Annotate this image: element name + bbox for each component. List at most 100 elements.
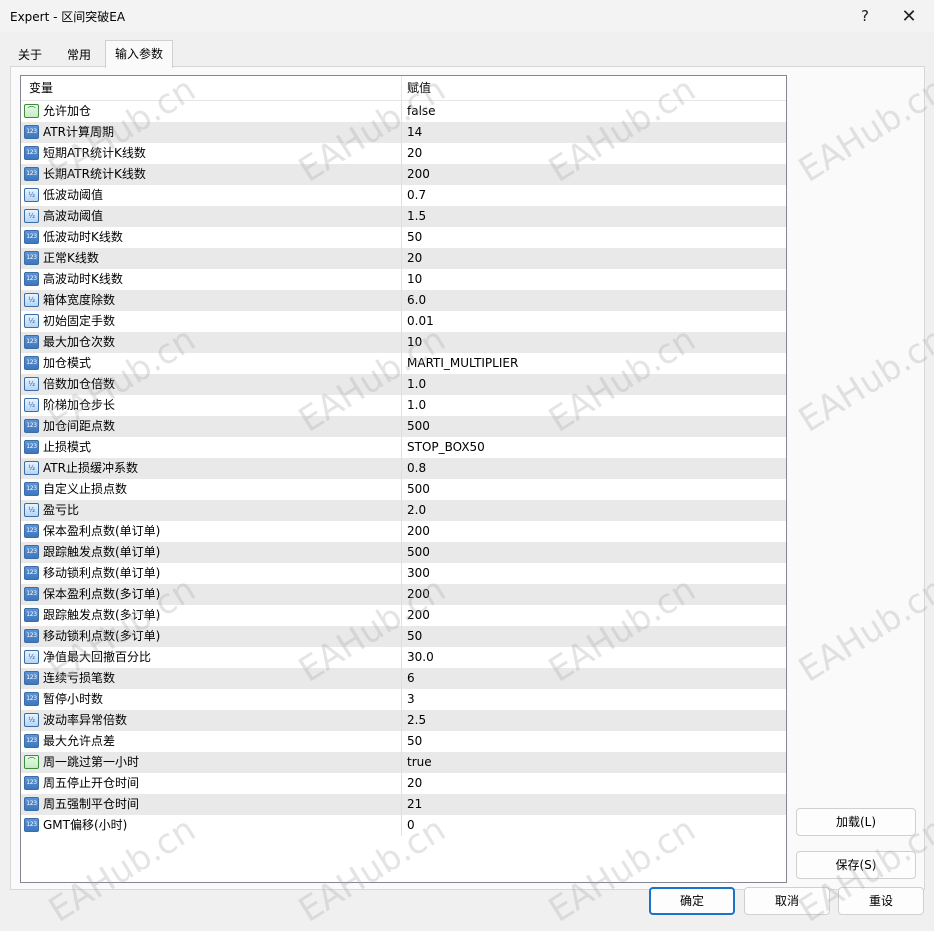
table-row[interactable]: 123 GMT偏移(小时) 0 [21, 815, 786, 836]
param-value[interactable]: 0.01 [407, 311, 434, 332]
table-row[interactable]: 123 止损模式 STOP_BOX50 [21, 437, 786, 458]
param-value[interactable]: 30.0 [407, 647, 434, 668]
param-value[interactable]: 3 [407, 689, 415, 710]
table-row[interactable]: 123 正常K线数 20 [21, 248, 786, 269]
double-icon: ½ [24, 503, 39, 517]
column-divider [401, 752, 402, 773]
param-value[interactable]: 1.0 [407, 395, 426, 416]
table-row[interactable]: 123 跟踪触发点数(多订单) 200 [21, 605, 786, 626]
table-row[interactable]: 123 加仓间距点数 500 [21, 416, 786, 437]
table-row[interactable]: ½ 箱体宽度除数 6.0 [21, 290, 786, 311]
table-row[interactable]: ⌒ 周一跳过第一小时 true [21, 752, 786, 773]
param-name: 移动锁利点数(多订单) [43, 629, 161, 643]
table-row[interactable]: 123 最大允许点差 50 [21, 731, 786, 752]
table-row[interactable]: 123 移动锁利点数(多订单) 50 [21, 626, 786, 647]
param-name: 最大允许点差 [43, 734, 116, 748]
param-value[interactable]: 1.0 [407, 374, 426, 395]
param-value[interactable]: 500 [407, 542, 430, 563]
param-value[interactable]: 200 [407, 164, 430, 185]
table-row[interactable]: ½ 盈亏比 2.0 [21, 500, 786, 521]
close-button[interactable]: ✕ [887, 0, 931, 32]
int-icon: 123 [24, 356, 39, 370]
tab-common[interactable]: 常用 [54, 44, 104, 66]
table-row[interactable]: ½ 低波动阈值 0.7 [21, 185, 786, 206]
table-row[interactable]: 123 ATR计算周期 14 [21, 122, 786, 143]
table-row[interactable]: 123 最大加仓次数 10 [21, 332, 786, 353]
header-variable[interactable]: 变量 [29, 76, 53, 100]
header-value[interactable]: 赋值 [407, 76, 431, 100]
param-value[interactable]: 2.0 [407, 500, 426, 521]
param-value[interactable]: false [407, 101, 436, 122]
cancel-button[interactable]: 取消 [744, 887, 830, 915]
param-value[interactable]: 200 [407, 605, 430, 626]
table-row[interactable]: 123 保本盈利点数(多订单) 200 [21, 584, 786, 605]
param-value[interactable]: 0 [407, 815, 415, 836]
load-button[interactable]: 加载(L) [796, 808, 916, 836]
table-row[interactable]: 123 周五强制平仓时间 21 [21, 794, 786, 815]
param-value[interactable]: 0.7 [407, 185, 426, 206]
table-row[interactable]: ⌒ 允许加仓 false [21, 101, 786, 122]
param-value[interactable]: 2.5 [407, 710, 426, 731]
table-row[interactable]: 123 暂停小时数 3 [21, 689, 786, 710]
column-divider [401, 584, 402, 605]
param-value[interactable]: 20 [407, 143, 422, 164]
table-row[interactable]: 123 周五停止开仓时间 20 [21, 773, 786, 794]
table-row[interactable]: 123 低波动时K线数 50 [21, 227, 786, 248]
param-value[interactable]: 6.0 [407, 290, 426, 311]
column-divider [401, 689, 402, 710]
table-row[interactable]: 123 保本盈利点数(单订单) 200 [21, 521, 786, 542]
table-row[interactable]: 123 移动锁利点数(单订单) 300 [21, 563, 786, 584]
param-value[interactable]: 21 [407, 794, 422, 815]
param-value[interactable]: 20 [407, 773, 422, 794]
table-row[interactable]: ½ 倍数加仓倍数 1.0 [21, 374, 786, 395]
int-icon: 123 [24, 545, 39, 559]
param-value[interactable]: 300 [407, 563, 430, 584]
param-value[interactable]: STOP_BOX50 [407, 437, 485, 458]
param-value[interactable]: 20 [407, 248, 422, 269]
param-value[interactable]: 14 [407, 122, 422, 143]
table-row[interactable]: 123 高波动时K线数 10 [21, 269, 786, 290]
help-button[interactable]: ? [843, 0, 887, 32]
table-row[interactable]: ½ 高波动阈值 1.5 [21, 206, 786, 227]
param-value[interactable]: 10 [407, 269, 422, 290]
param-value[interactable]: 0.8 [407, 458, 426, 479]
table-row[interactable]: ½ 阶梯加仓步长 1.0 [21, 395, 786, 416]
param-name: 暂停小时数 [43, 692, 104, 706]
table-row[interactable]: 123 跟踪触发点数(单订单) 500 [21, 542, 786, 563]
table-row[interactable]: 123 加仓模式 MARTI_MULTIPLIER [21, 353, 786, 374]
param-value[interactable]: 50 [407, 731, 422, 752]
param-name: 短期ATR统计K线数 [43, 146, 146, 160]
table-row[interactable]: 123 长期ATR统计K线数 200 [21, 164, 786, 185]
table-row[interactable]: 123 连续亏损笔数 6 [21, 668, 786, 689]
param-value[interactable]: 200 [407, 584, 430, 605]
param-value[interactable]: 1.5 [407, 206, 426, 227]
table-row[interactable]: 123 短期ATR统计K线数 20 [21, 143, 786, 164]
param-value[interactable]: 500 [407, 479, 430, 500]
tab-about[interactable]: 关于 [10, 44, 50, 66]
param-value[interactable]: 200 [407, 521, 430, 542]
param-value[interactable]: 50 [407, 626, 422, 647]
header-divider[interactable] [401, 76, 402, 100]
param-name: ATR计算周期 [43, 125, 114, 139]
param-value[interactable]: 500 [407, 416, 430, 437]
parameter-grid[interactable]: 变量 赋值 ⌒ 允许加仓 false 123 ATR计算周期 14 123 短期ATR统计K线… [20, 75, 787, 883]
param-value[interactable]: 10 [407, 332, 422, 353]
param-value[interactable]: 6 [407, 668, 415, 689]
table-row[interactable]: 123 自定义止损点数 500 [21, 479, 786, 500]
tab-inputs[interactable]: 输入参数 [105, 40, 173, 68]
ok-button[interactable]: 确定 [649, 887, 735, 915]
param-name: 周一跳过第一小时 [43, 755, 140, 769]
table-row[interactable]: ½ ATR止损缓冲系数 0.8 [21, 458, 786, 479]
param-name: 止损模式 [43, 440, 92, 454]
param-value[interactable]: true [407, 752, 432, 773]
reset-button[interactable]: 重设 [838, 887, 924, 915]
table-row[interactable]: ½ 净值最大回撤百分比 30.0 [21, 647, 786, 668]
param-value[interactable]: 50 [407, 227, 422, 248]
int-icon: 123 [24, 440, 39, 454]
table-row[interactable]: ½ 初始固定手数 0.01 [21, 311, 786, 332]
column-divider [401, 521, 402, 542]
param-value[interactable]: MARTI_MULTIPLIER [407, 353, 518, 374]
param-name: 箱体宽度除数 [43, 293, 116, 307]
save-button[interactable]: 保存(S) [796, 851, 916, 879]
table-row[interactable]: ½ 波动率异常倍数 2.5 [21, 710, 786, 731]
